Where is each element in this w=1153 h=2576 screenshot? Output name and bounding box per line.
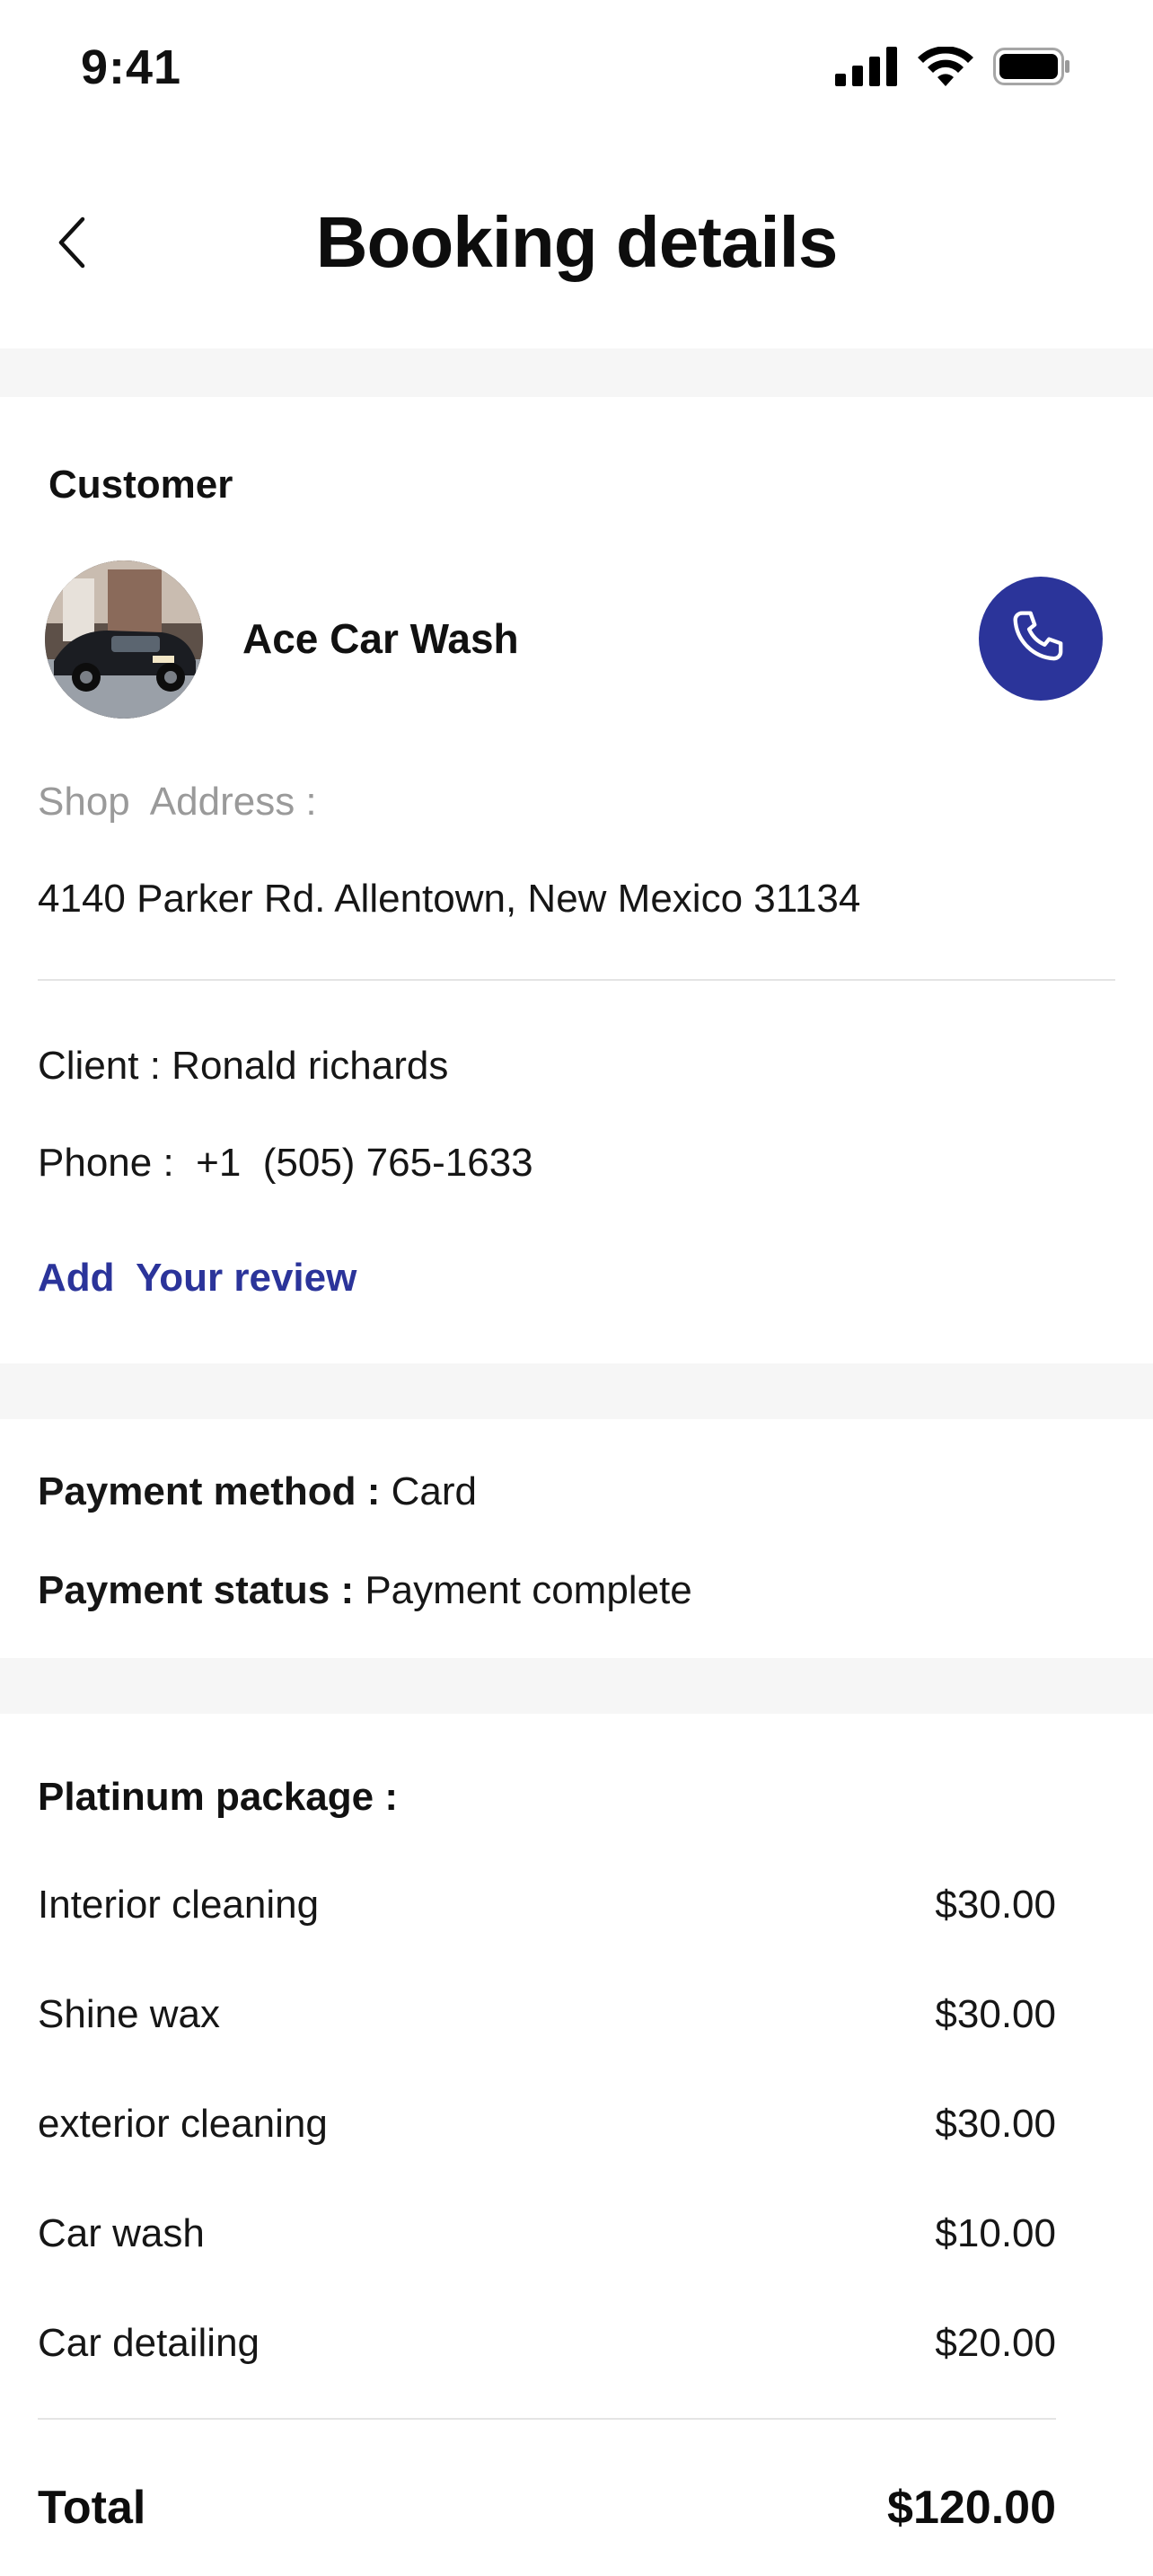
shop-address-label: Shop Address : xyxy=(38,780,317,824)
package-item: Car wash $10.00 xyxy=(38,2211,1056,2256)
car-photo-icon xyxy=(45,560,203,719)
total-label: Total xyxy=(38,2482,146,2534)
package-item-price: $10.00 xyxy=(935,2211,1056,2255)
battery-icon xyxy=(993,48,1069,85)
package-item: Interior cleaning $30.00 xyxy=(38,1883,1056,1928)
package-item-name: Interior cleaning xyxy=(38,1883,320,1927)
customer-heading: Customer xyxy=(48,463,233,507)
package-item-price: $30.00 xyxy=(935,1992,1056,2036)
package-item-price: $20.00 xyxy=(935,2321,1056,2365)
status-bar: 9:41 xyxy=(0,0,1153,144)
status-time: 9:41 xyxy=(81,40,182,94)
booking-details-screen: 9:41 Booking details Customer Ace Car Wa… xyxy=(0,0,1153,2576)
page-title: Booking details xyxy=(315,202,839,282)
payment-method-label: Payment method : xyxy=(38,1469,381,1513)
total-row: Total $120.00 xyxy=(38,2481,1056,2535)
add-review-link[interactable]: Add Your review xyxy=(38,1256,356,1301)
package-item-name: Car wash xyxy=(38,2211,205,2255)
total-value: $120.00 xyxy=(887,2482,1056,2534)
payment-method-value: Card xyxy=(380,1469,477,1513)
wifi-icon xyxy=(918,47,973,86)
package-item-name: Car detailing xyxy=(38,2321,260,2365)
package-item-price: $30.00 xyxy=(935,1883,1056,1927)
section-separator xyxy=(0,1363,1153,1419)
divider xyxy=(38,979,1115,981)
client-name: Client : Ronald richards xyxy=(38,1044,449,1088)
payment-status-value: Payment complete xyxy=(354,1568,692,1612)
package-title: Platinum package : xyxy=(38,1775,399,1819)
avatar xyxy=(45,560,203,719)
section-separator xyxy=(0,1658,1153,1714)
cellular-signal-icon xyxy=(835,47,897,86)
package-item: exterior cleaning $30.00 xyxy=(38,2102,1056,2147)
shop-address: 4140 Parker Rd. Allentown, New Mexico 31… xyxy=(38,877,861,921)
package-item: Car detailing $20.00 xyxy=(38,2321,1056,2366)
client-phone: Phone : +1 (505) 765-1633 xyxy=(38,1141,533,1185)
phone-icon xyxy=(1013,611,1063,661)
package-item-price: $30.00 xyxy=(935,2102,1056,2146)
call-button[interactable] xyxy=(979,577,1103,701)
divider xyxy=(38,2418,1056,2420)
package-item-name: Shine wax xyxy=(38,1992,221,2036)
status-icons xyxy=(835,47,1070,86)
section-separator xyxy=(0,348,1153,397)
header: Booking details xyxy=(0,180,1153,305)
shop-name: Ace Car Wash xyxy=(242,615,519,662)
payment-status: Payment status : Payment complete xyxy=(38,1568,692,1613)
payment-method: Payment method : Card xyxy=(38,1469,477,1514)
package-item: Shine wax $30.00 xyxy=(38,1992,1056,2037)
payment-status-label: Payment status : xyxy=(38,1568,355,1612)
package-item-name: exterior cleaning xyxy=(38,2102,328,2146)
